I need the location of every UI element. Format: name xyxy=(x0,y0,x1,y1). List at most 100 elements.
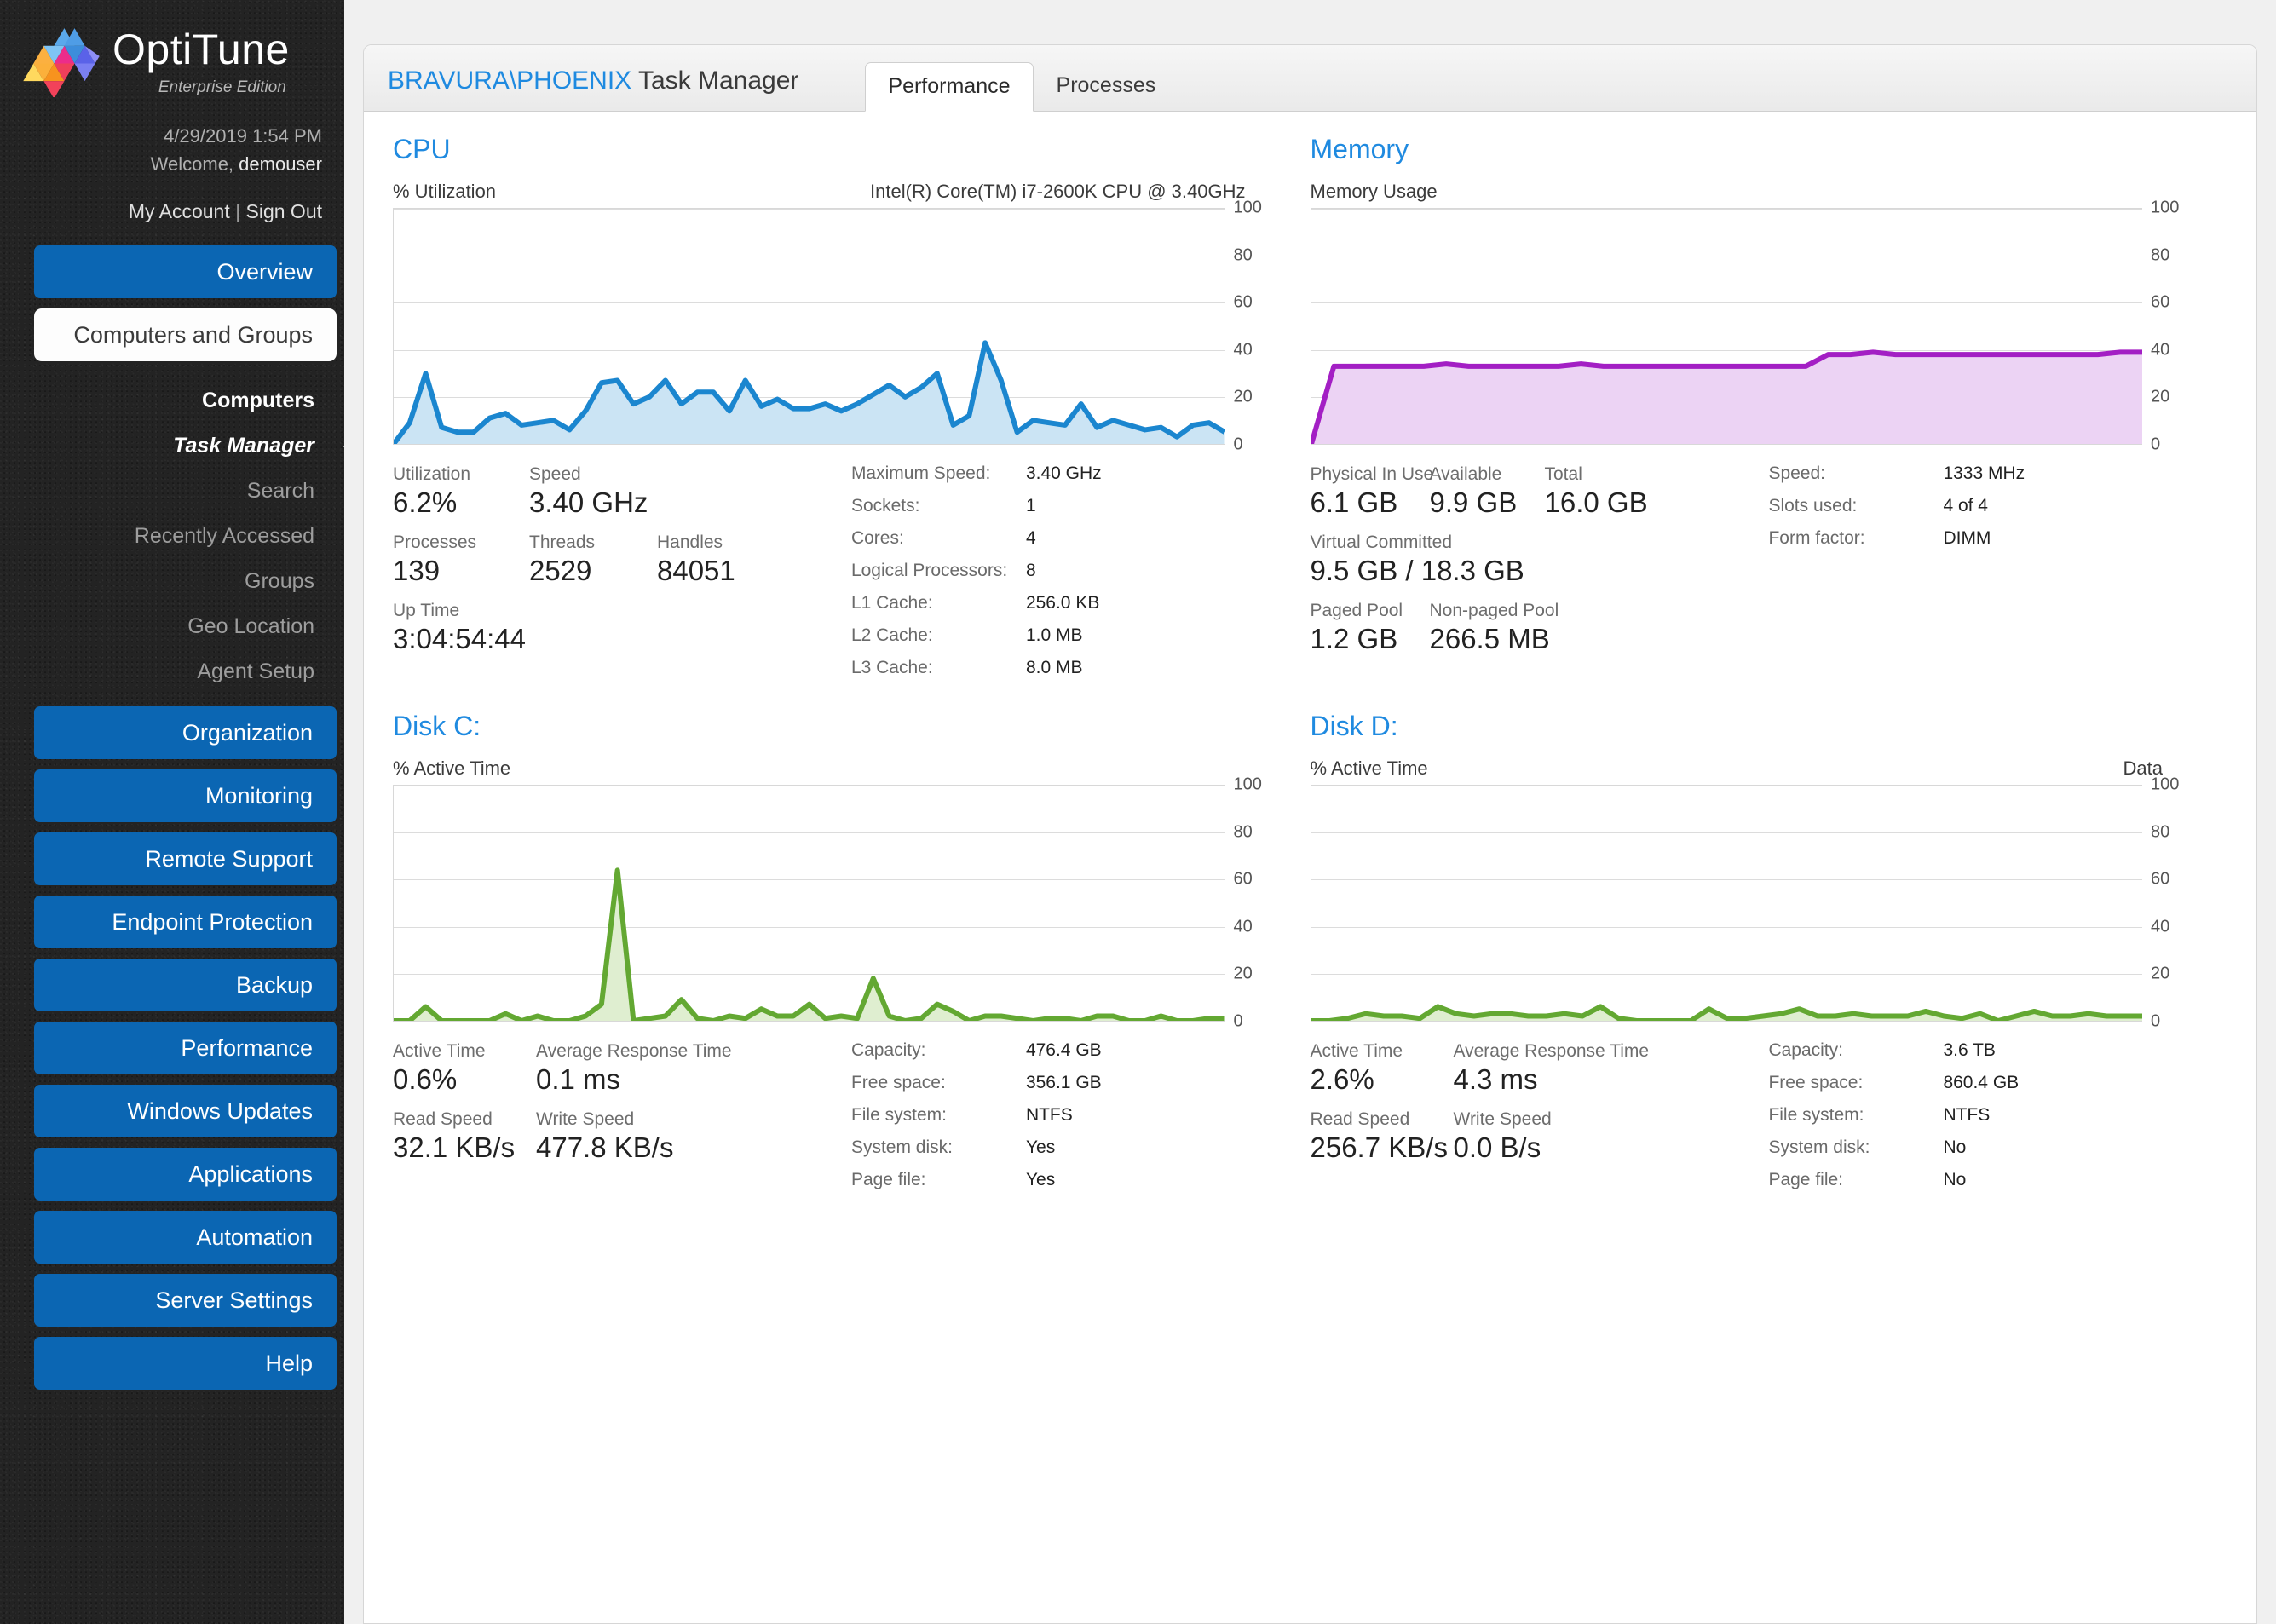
disk-d-stats: Active Time 2.6% Average Response Time 4… xyxy=(1311,1040,2192,1202)
disk-c-detail-row: Free space: 356.1 GB xyxy=(850,1073,1102,1092)
subnav-item-geo-location[interactable]: Geo Location xyxy=(34,604,337,649)
sidebar-item-help[interactable]: Help xyxy=(34,1337,337,1391)
tab-bar: Performance Processes xyxy=(865,61,1179,112)
memory-stats-primary: Physical In Use 6.1 GB Available 9.9 GB … xyxy=(1311,464,1769,668)
memory-y-axis: 0 20 40 60 80 100 xyxy=(2142,199,2192,454)
disk-d-stat-active-time: Active Time 2.6% xyxy=(1310,1041,1403,1096)
disk-c-stat-write-speed: Write Speed 477.8 KB/s xyxy=(536,1109,674,1164)
y-tick-label: 60 xyxy=(1233,869,1253,889)
optitune-logo-icon xyxy=(23,28,100,97)
y-tick-label: 80 xyxy=(1233,822,1253,842)
cpu-stat-uptime: Up Time 3:04:54:44 xyxy=(393,600,526,654)
sidebar-item-automation[interactable]: Automation xyxy=(34,1211,337,1264)
disk-d-detail-row: System disk: No xyxy=(1768,1137,1967,1157)
memory-section-title: Memory xyxy=(1310,134,1409,164)
cpu-stat-threads: Threads 2529 xyxy=(529,532,596,587)
sidebar-item-monitoring[interactable]: Monitoring xyxy=(34,769,337,823)
y-tick-label: 0 xyxy=(2151,435,2161,454)
subnav-item-recently-accessed[interactable]: Recently Accessed xyxy=(34,514,337,559)
performance-content: CPU % Utilization Intel(R) Core(TM) i7-2… xyxy=(364,112,2256,1202)
subnav-item-groups[interactable]: Groups xyxy=(34,559,337,604)
cpu-chart-right-label: Intel(R) Core(TM) i7-2600K CPU @ 3.40GHz xyxy=(870,181,1246,202)
sign-out-link[interactable]: Sign Out xyxy=(246,200,323,222)
disk-c-stat-read-speed: Read Speed 32.1 KB/s xyxy=(393,1109,516,1164)
link-separator: | xyxy=(229,200,246,223)
y-tick-label: 80 xyxy=(2151,822,2170,842)
disk-c-stats: Active Time 0.6% Average Response Time 0… xyxy=(393,1040,1275,1202)
subnav-item-task-manager[interactable]: Task Manager xyxy=(34,423,337,469)
disk-c-stat-avg-response-time: Average Response Time 0.1 ms xyxy=(536,1041,732,1096)
disk-c-card: Disk C: % Active Time 0 20 40 60 80 100 xyxy=(393,711,1311,1202)
subnav-item-computers[interactable]: Computers xyxy=(34,378,337,423)
account-links: My Account | Sign Out xyxy=(0,200,322,223)
tab-processes[interactable]: Processes xyxy=(1034,61,1179,111)
y-tick-label: 20 xyxy=(2151,387,2170,406)
disk-c-stat-active-time: Active Time 0.6% xyxy=(393,1041,486,1096)
y-tick-label: 40 xyxy=(1233,340,1253,360)
sidebar-item-applications[interactable]: Applications xyxy=(34,1148,337,1201)
y-tick-label: 0 xyxy=(2151,1011,2161,1031)
sidebar-item-organization[interactable]: Organization xyxy=(34,706,337,760)
y-tick-label: 80 xyxy=(2151,245,2170,265)
subnav-item-agent-setup[interactable]: Agent Setup xyxy=(34,649,337,694)
computer-name: BRAVURA\PHOENIX xyxy=(388,66,632,95)
cpu-detail-row: Maximum Speed: 3.40 GHz xyxy=(850,464,1102,483)
disk-c-section-title: Disk C: xyxy=(393,711,481,741)
y-tick-label: 100 xyxy=(2151,198,2180,217)
welcome-line: Welcome, demouser xyxy=(0,151,322,179)
y-tick-label: 20 xyxy=(2151,964,2170,983)
sidebar-item-windows-updates[interactable]: Windows Updates xyxy=(34,1085,337,1138)
disk-d-detail-row: Free space: 860.4 GB xyxy=(1768,1073,2020,1092)
disk-d-chart-labels: % Active Time Data xyxy=(1311,757,2192,780)
memory-chart-labels: Memory Usage xyxy=(1311,181,2192,203)
memory-stat-available: Available 9.9 GB xyxy=(1429,464,1518,519)
cpu-detail-row: Cores: 4 xyxy=(850,528,1036,548)
cpu-detail-row: L1 Cache: 256.0 KB xyxy=(850,593,1100,613)
disk_d-series xyxy=(1311,786,2142,1021)
disk-c-stats-primary: Active Time 0.6% Average Response Time 0… xyxy=(393,1040,851,1202)
sidebar-item-computers-and-groups[interactable]: Computers and Groups xyxy=(34,308,337,362)
disk-d-chart: 0 20 40 60 80 100 xyxy=(1310,775,2192,1031)
cpu-section-title: CPU xyxy=(393,134,451,164)
cpu-detail-row: L3 Cache: 8.0 MB xyxy=(850,658,1083,677)
tab-performance[interactable]: Performance xyxy=(865,62,1034,112)
sidebar-item-remote-support[interactable]: Remote Support xyxy=(34,832,337,886)
cpu-stat-processes: Processes 139 xyxy=(393,532,477,587)
y-tick-label: 100 xyxy=(2151,775,2180,794)
cpu-detail-row: Logical Processors: 8 xyxy=(850,561,1036,580)
account-meta: 4/29/2019 1:54 PM Welcome, demouser My A… xyxy=(0,97,344,223)
y-tick-label: 80 xyxy=(1233,245,1253,265)
memory-stat-total: Total 16.0 GB xyxy=(1544,464,1648,519)
y-tick-label: 40 xyxy=(1233,917,1253,936)
memory-card: Memory Memory Usage 0 20 40 60 80 100 Ph… xyxy=(1310,134,2228,690)
y-tick-label: 20 xyxy=(1233,964,1253,983)
memory-stat-physical-in-use: Physical In Use 6.1 GB xyxy=(1310,464,1434,519)
disk-d-chart-left-label: % Active Time xyxy=(1310,757,1428,779)
sidebar-item-endpoint-protection[interactable]: Endpoint Protection xyxy=(34,896,337,949)
memory-chart-plot xyxy=(1310,208,2142,445)
disk-d-y-axis: 0 20 40 60 80 100 xyxy=(2142,775,2192,1031)
memory-stats: Physical In Use 6.1 GB Available 9.9 GB … xyxy=(1311,464,2192,668)
y-tick-label: 60 xyxy=(1233,292,1253,312)
sidebar-item-server-settings[interactable]: Server Settings xyxy=(34,1274,337,1327)
memory-chart: 0 20 40 60 80 100 xyxy=(1310,199,2192,454)
brand-name: OptiTune xyxy=(112,25,290,73)
sidebar-item-performance[interactable]: Performance xyxy=(34,1022,337,1075)
page-title-suffix: Task Manager xyxy=(631,66,799,95)
memory-detail-row: Slots used: 4 of 4 xyxy=(1768,496,1988,515)
disk_c-series xyxy=(394,786,1225,1021)
sidebar: OptiTune Enterprise Edition 4/29/2019 1:… xyxy=(0,0,344,1624)
memory-stat-non-paged-pool: Non-paged Pool 266.5 MB xyxy=(1429,600,1559,654)
y-tick-label: 0 xyxy=(1233,435,1243,454)
brand: OptiTune Enterprise Edition xyxy=(0,0,344,97)
disk-c-chart-left-label: % Active Time xyxy=(393,757,511,779)
sidebar-item-backup[interactable]: Backup xyxy=(34,959,337,1012)
sidebar-item-overview[interactable]: Overview xyxy=(34,245,337,299)
disk-c-detail-row: Capacity: 476.4 GB xyxy=(850,1040,1102,1060)
y-tick-label: 60 xyxy=(2151,869,2170,889)
current-datetime: 4/29/2019 1:54 PM xyxy=(164,125,322,147)
my-account-link[interactable]: My Account xyxy=(129,200,230,222)
subnav-item-search[interactable]: Search xyxy=(34,469,337,514)
memory-stat-virtual-committed: Virtual Committed 9.5 GB / 18.3 GB xyxy=(1310,532,1524,587)
cpu-stat-handles: Handles 84051 xyxy=(657,532,735,587)
